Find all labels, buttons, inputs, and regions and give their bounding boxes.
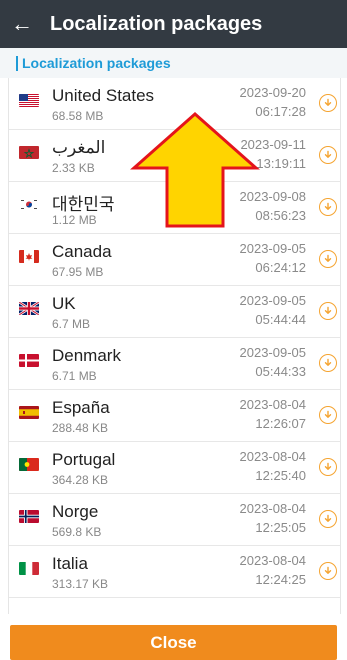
download-icon[interactable]	[319, 510, 337, 528]
package-time: 05:44:44	[255, 312, 306, 327]
package-name: UK	[52, 294, 76, 313]
package-row[interactable]: España 288.48 KB 2023-08-04 12:26:07	[9, 390, 340, 442]
flag-ca-icon	[19, 250, 39, 263]
section-title: Localization packages	[22, 55, 171, 71]
package-size: 6.71 MB	[52, 369, 97, 383]
package-row[interactable]: Denmark 6.71 MB 2023-09-05 05:44:33	[9, 338, 340, 390]
package-name: United States	[52, 86, 155, 105]
package-time: 12:25:40	[255, 468, 306, 483]
package-row[interactable]: Italia 313.17 KB 2023-08-04 12:24:25	[9, 546, 340, 598]
flag-dk-icon	[19, 354, 39, 367]
package-date: 2023-09-11	[240, 137, 306, 152]
download-icon[interactable]	[319, 146, 337, 164]
package-row[interactable]: Canada 67.95 MB 2023-09-05 06:24:12	[9, 234, 340, 286]
package-time: 06:24:12	[255, 260, 306, 275]
package-size: 1.12 MB	[52, 213, 97, 227]
app-bar: ← Localization packages	[0, 0, 347, 48]
flag-us-icon	[19, 94, 39, 107]
page-title: Localization packages	[50, 12, 263, 35]
package-time: 13:19:11	[256, 156, 306, 171]
package-time: 08:56:23	[255, 208, 306, 223]
package-date: 2023-08-04	[239, 397, 307, 412]
package-name: المغرب	[52, 138, 106, 157]
package-date: 2023-09-05	[239, 241, 307, 256]
package-date: 2023-09-05	[239, 293, 307, 308]
arrow-left-icon: ←	[11, 11, 33, 36]
download-icon[interactable]	[319, 94, 337, 112]
back-button[interactable]: ←	[0, 0, 44, 48]
package-time: 05:44:33	[255, 364, 306, 379]
flag-no-icon	[19, 510, 39, 523]
package-list[interactable]: United States 68.58 MB 2023-09-20 06:17:…	[8, 78, 341, 614]
package-size: 68.58 MB	[52, 109, 104, 123]
download-icon[interactable]	[319, 458, 337, 476]
package-size: 6.7 MB	[52, 317, 91, 331]
download-icon[interactable]	[319, 198, 337, 216]
package-date: 2023-08-04	[239, 501, 307, 516]
package-name: Portugal	[52, 450, 116, 469]
package-size: 2.33 KB	[52, 161, 95, 175]
package-date: 2023-08-04	[239, 449, 307, 464]
package-row[interactable]: UK 6.7 MB 2023-09-05 05:44:44	[9, 286, 340, 338]
flag-kr-icon	[19, 198, 39, 211]
package-time: 12:25:05	[255, 520, 306, 535]
package-name: Canada	[52, 242, 112, 261]
package-time: 12:26:07	[255, 416, 306, 431]
flag-es-icon	[19, 406, 39, 419]
package-date: 2023-08-04	[239, 553, 307, 568]
flag-ma-icon	[19, 146, 39, 159]
package-date: 2023-09-20	[239, 85, 307, 100]
download-icon[interactable]	[319, 302, 337, 320]
package-date: 2023-09-05	[239, 345, 307, 360]
package-name: España	[52, 398, 110, 417]
section-header: Localization packages	[0, 48, 347, 78]
download-icon[interactable]	[319, 406, 337, 424]
package-time: 12:24:25	[255, 572, 306, 587]
package-size: 569.8 KB	[52, 525, 102, 539]
flag-gb-icon	[19, 302, 39, 315]
package-row[interactable]: Portugal 364.28 KB 2023-08-04 12:25:40	[9, 442, 340, 494]
package-size: 288.48 KB	[52, 421, 109, 435]
package-size: 313.17 KB	[52, 577, 109, 591]
package-row[interactable]: 대한민국 1.12 MB 2023-09-08 08:56:23	[9, 182, 340, 234]
close-button[interactable]: Close	[10, 625, 337, 660]
section-marker	[16, 55, 18, 71]
package-row[interactable]: United States 68.58 MB 2023-09-20 06:17:…	[9, 78, 340, 130]
download-icon[interactable]	[319, 354, 337, 372]
package-name: Italia	[52, 554, 88, 573]
package-name: Norge	[52, 502, 99, 521]
package-size: 364.28 KB	[52, 473, 109, 487]
package-size: 67.95 MB	[52, 265, 104, 279]
package-row[interactable]: Norge 569.8 KB 2023-08-04 12:25:05	[9, 494, 340, 546]
flag-pt-icon	[19, 458, 39, 471]
flag-it-icon	[19, 562, 39, 575]
package-name: Denmark	[52, 346, 121, 365]
package-row[interactable]: المغرب 2.33 KB 2023-09-11 13:19:11	[9, 130, 340, 182]
package-name: 대한민국	[52, 195, 115, 214]
package-time: 06:17:28	[255, 104, 306, 119]
download-icon[interactable]	[319, 562, 337, 580]
package-date: 2023-09-08	[239, 189, 307, 204]
download-icon[interactable]	[319, 250, 337, 268]
